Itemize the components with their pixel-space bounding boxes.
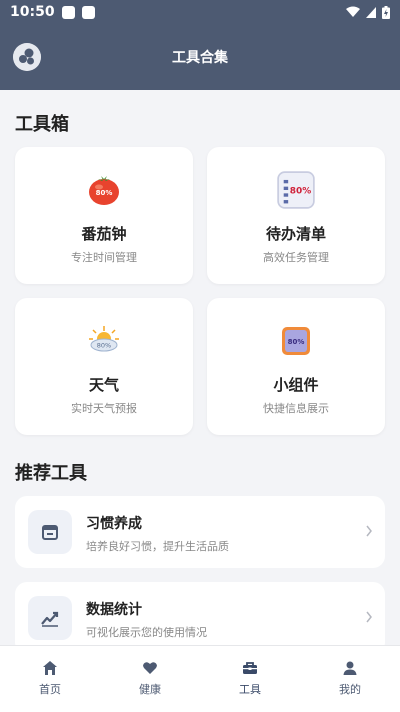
tool-desc: 高效任务管理 [263, 251, 329, 264]
wifi-icon [346, 6, 360, 17]
tab-label: 健康 [139, 683, 161, 696]
recommended-name: 习惯养成 [86, 516, 142, 532]
tool-desc: 快捷信息展示 [263, 402, 329, 415]
tool-name: 待办清单 [265, 225, 326, 243]
notification-icon [61, 5, 75, 19]
tool-badge: 80% [288, 338, 305, 346]
weather-icon: 80% [89, 326, 119, 352]
tab-home[interactable]: 首页 [0, 646, 100, 712]
tool-card-widget[interactable]: 80% 小组件 快捷信息展示 [207, 298, 385, 435]
battery-icon [382, 5, 390, 19]
tool-card-pomodoro[interactable]: 80% 番茄钟 专注时间管理 [15, 147, 193, 284]
chevron-right-icon [366, 525, 372, 537]
toolbox-icon [243, 662, 257, 674]
recommended-item-stats[interactable]: 数据统计 可视化展示您的使用情况 [15, 582, 385, 645]
recommended-icon-box [28, 596, 72, 640]
status-time: 10:50 [10, 4, 55, 20]
tomato-icon: 80% [89, 176, 119, 205]
app-logo[interactable] [13, 43, 41, 71]
chart-trend-icon [41, 611, 59, 627]
tab-profile[interactable]: 我的 [300, 646, 400, 712]
tool-desc: 专注时间管理 [71, 251, 137, 264]
recommended-title: 推荐工具 [15, 463, 87, 484]
recommended-item-habit[interactable]: 习惯养成 培养良好习惯，提升生活品质 [15, 496, 385, 568]
recommended-desc: 培养良好习惯，提升生活品质 [86, 540, 229, 553]
notification-icon [81, 5, 95, 19]
heart-icon [143, 662, 157, 674]
main-content: 工具箱 80% 番茄钟 专注时间管理 80% 待办清单 高效任务管理 80% 天… [0, 90, 400, 645]
tab-label: 我的 [339, 683, 361, 696]
calendar-icon [42, 525, 58, 540]
status-bar: 10:50 [0, 0, 400, 24]
recommended-name: 数据统计 [86, 602, 142, 618]
tool-desc: 实时天气预报 [71, 402, 137, 415]
person-icon [343, 661, 357, 675]
tab-label: 工具 [239, 683, 261, 696]
tab-tools[interactable]: 工具 [200, 646, 300, 712]
tool-badge: 80% [96, 189, 113, 197]
widget-icon: 80% [282, 327, 310, 355]
tool-card-todo[interactable]: 80% 待办清单 高效任务管理 [207, 147, 385, 284]
recommended-desc: 可视化展示您的使用情况 [86, 626, 207, 639]
bottom-tab-bar: 首页 健康 工具 我的 [0, 645, 400, 712]
tool-name: 小组件 [273, 376, 319, 394]
tool-badge: 80% [290, 186, 311, 196]
tool-name: 番茄钟 [81, 225, 127, 243]
tool-badge: 80% [97, 342, 111, 350]
tool-card-weather[interactable]: 80% 天气 实时天气预报 [15, 298, 193, 435]
signal-icon [366, 6, 376, 18]
home-icon [43, 661, 57, 675]
recommended-icon-box [28, 510, 72, 554]
toolbox-title: 工具箱 [15, 114, 69, 135]
chevron-right-icon [366, 611, 372, 623]
page-title: 工具合集 [172, 50, 228, 66]
tab-health[interactable]: 健康 [100, 646, 200, 712]
app-bar: 工具合集 [0, 24, 400, 90]
checklist-icon: 80% [277, 171, 315, 209]
tool-name: 天气 [88, 376, 119, 394]
tab-label: 首页 [39, 683, 61, 696]
